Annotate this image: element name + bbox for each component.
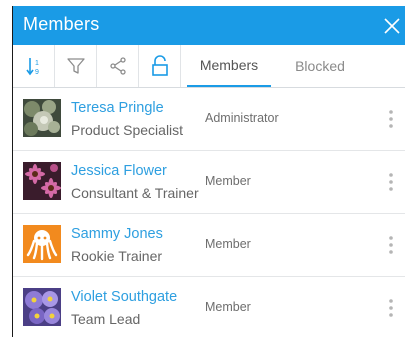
member-row[interactable]: Teresa Pringle Product Specialist Admini… xyxy=(13,88,405,151)
avatar xyxy=(23,225,61,263)
toolbar: 1 9 Members Blocked xyxy=(13,45,405,88)
filter-icon xyxy=(66,58,85,74)
member-job-title: Product Specialist xyxy=(71,122,184,138)
member-role: Administrator xyxy=(204,111,279,125)
tab-blocked[interactable]: Blocked xyxy=(277,45,363,87)
member-role: Member xyxy=(204,300,251,314)
avatar xyxy=(23,162,61,200)
more-options-icon[interactable] xyxy=(385,234,397,256)
more-options-icon[interactable] xyxy=(385,297,397,319)
member-role: Member xyxy=(204,174,251,188)
member-row[interactable]: Jessica Flower Consultant & Trainer Memb… xyxy=(13,151,405,214)
member-name[interactable]: Violet Southgate xyxy=(71,289,177,305)
close-icon[interactable] xyxy=(381,15,403,37)
member-role: Member xyxy=(204,237,251,251)
member-name[interactable]: Sammy Jones xyxy=(71,226,163,242)
member-row[interactable]: Sammy Jones Rookie Trainer Member xyxy=(13,214,405,277)
svg-text:9: 9 xyxy=(35,69,39,76)
more-options-icon[interactable] xyxy=(385,108,397,130)
panel-title: Members xyxy=(23,14,100,34)
member-row[interactable]: Violet Southgate Team Lead Member xyxy=(13,277,405,337)
members-panel: Members 1 9 Members Blocked Teresa Pring… xyxy=(12,6,405,337)
avatar xyxy=(23,288,61,326)
sort-icon: 1 9 xyxy=(25,58,39,76)
member-name[interactable]: Jessica Flower xyxy=(71,163,167,179)
member-job-title: Consultant & Trainer xyxy=(71,185,199,201)
filter-button[interactable] xyxy=(55,45,97,87)
member-name[interactable]: Teresa Pringle xyxy=(71,100,164,116)
tab-members[interactable]: Members xyxy=(187,45,271,87)
member-job-title: Rookie Trainer xyxy=(71,248,163,264)
svg-text:1: 1 xyxy=(35,60,39,67)
share-icon xyxy=(109,57,126,75)
unlock-icon xyxy=(151,55,168,76)
panel-header: Members xyxy=(13,6,405,45)
sort-button[interactable]: 1 9 xyxy=(13,45,55,87)
more-options-icon[interactable] xyxy=(385,171,397,193)
avatar xyxy=(23,99,61,137)
unlock-button[interactable] xyxy=(139,45,181,87)
share-button[interactable] xyxy=(97,45,139,87)
member-job-title: Team Lead xyxy=(71,311,141,327)
